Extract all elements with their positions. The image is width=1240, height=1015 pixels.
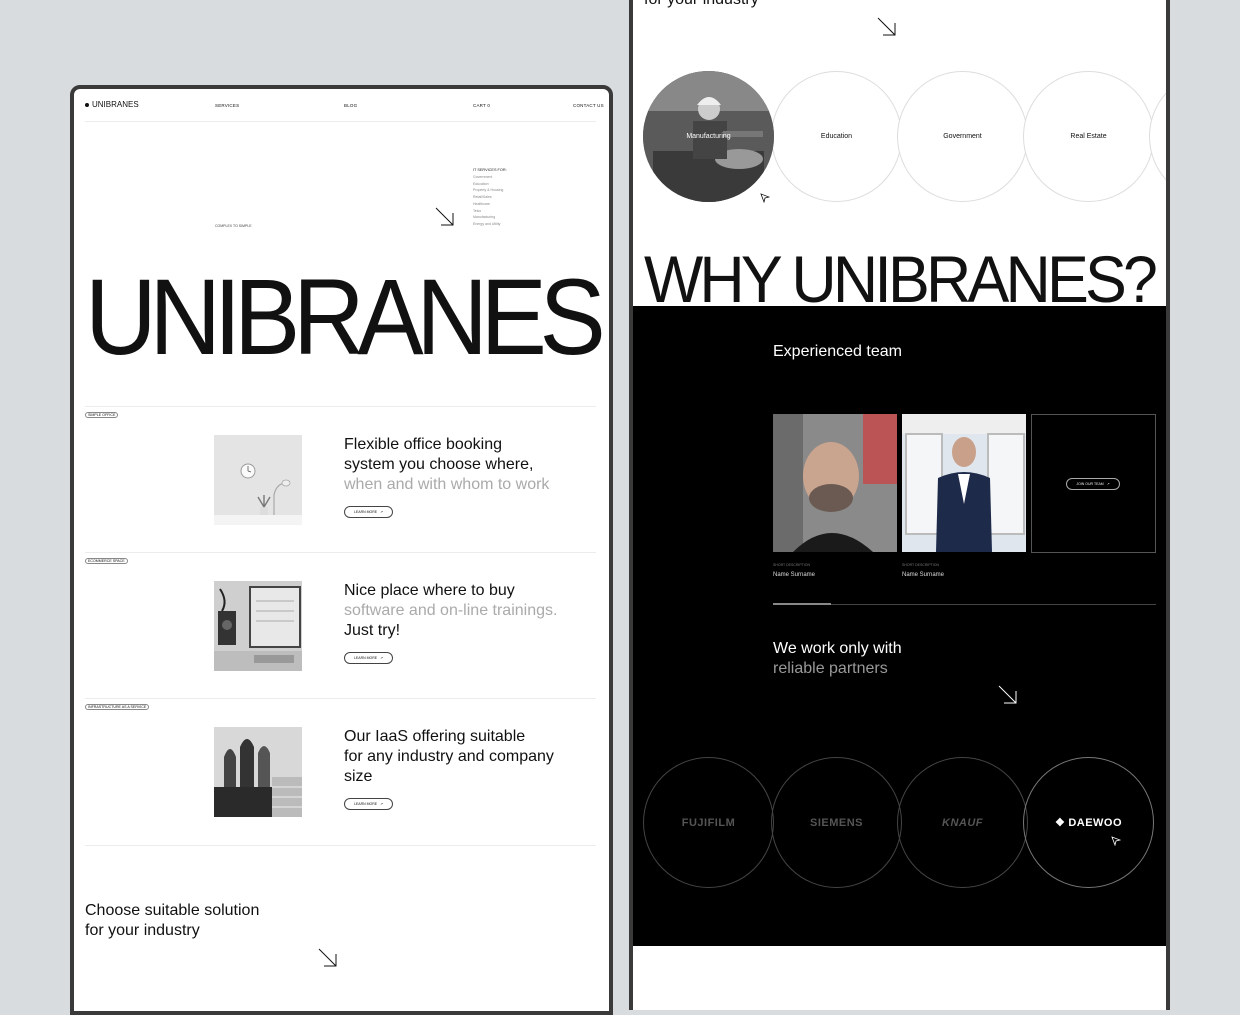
it-service-item[interactable]: Education [473,181,507,188]
industry-label: Manufacturing [686,133,731,140]
button-label: LEARN MORE [353,802,378,806]
divider [85,552,596,553]
arrow-down-right-icon[interactable] [434,206,456,228]
choose-solution-heading: Choose suitable solution for your indust… [85,901,259,941]
heading-line: Nice place where to buy [344,582,515,599]
left-device-frame: UNIBRANES SERVICES BLOG CART 0 CONTACT U… [70,85,613,1015]
arrow-up-right-icon: ↗ [380,510,384,514]
team-title: Experienced team [773,343,902,360]
heading-line-muted: when and with whom to work [344,476,550,493]
partner-name: DAEWOO [1068,816,1123,829]
heading-line: Choose suitable solution [85,902,260,919]
industry-label: Real Estate [1070,133,1107,140]
member-caption: SHORT DESCRIPTION [902,563,940,567]
partners-heading: We work only with reliable partners [773,639,902,679]
partner-name: SIEMENS [809,816,863,829]
daewoo-shell-icon: ❖ [1054,817,1066,829]
nav-blog[interactable]: BLOG [344,103,357,108]
partner-name: FUJIFILM [681,816,736,829]
industry-label: Education [820,133,853,140]
it-service-item[interactable]: Manufacturing [473,214,507,221]
it-service-item[interactable]: Property & Housing [473,187,507,194]
divider [85,845,596,846]
it-services-title: IT SERVICES FOR: [473,168,507,172]
arrow-down-right-icon[interactable] [997,684,1019,706]
join-our-team-button[interactable]: JOIN OUR TEAM ↗ [1066,478,1120,490]
nav-cart[interactable]: CART 0 [473,103,490,108]
heading-line: We work only with [773,640,902,657]
heading-line: Just try! [344,622,401,639]
learn-more-button[interactable]: LEARN MORE ↗ [344,652,393,664]
section-heading: Our IaaS offering suitable for any indus… [344,727,564,787]
heading-line: size [344,768,373,785]
section-tag: ECOMMERCE SPACE [85,558,128,564]
site-logo[interactable]: UNIBRANES [85,100,139,109]
member-name: Name Surname [902,572,945,578]
section-heading: Flexible office booking system you choos… [344,435,564,495]
button-label: JOIN OUR TEAM [1076,482,1104,486]
heading-line: Our IaaS offering suitable [344,728,526,745]
cursor-icon [760,193,770,203]
industry-label: Government [943,133,982,140]
section-tag: SIMPLE OFFICE [85,412,119,418]
arrow-up-right-icon: ↗ [1106,482,1110,486]
heading-line: for your industry [85,922,200,939]
arrow-down-right-icon[interactable] [876,16,898,38]
join-team-card[interactable]: JOIN OUR TEAM ↗ [1031,414,1156,553]
carousel-thumb[interactable] [773,603,831,605]
partner-logo-daewoo[interactable]: ❖ DAEWOO [1023,757,1154,888]
logo-dot-icon [85,102,89,107]
heading-line: Flexible office booking [344,436,503,453]
button-label: LEARN MORE [353,656,378,660]
industry-circle-next[interactable] [1149,71,1166,202]
building-image [214,727,302,817]
it-service-item[interactable]: Healthcare [473,201,507,208]
it-service-item[interactable]: Retail/Sales [473,194,507,201]
section-tag: INFRASTRUCTURE AS A SERVICE [85,704,150,710]
learn-more-button[interactable]: LEARN MORE ↗ [344,506,393,518]
industry-circle-government[interactable]: Government [897,71,1028,202]
team-member-photo[interactable] [773,414,897,552]
member-caption: SHORT DESCRIPTION [773,563,811,567]
divider [85,406,596,407]
it-service-item[interactable]: Energy and Utility [473,221,507,228]
partner-name: KNAUF [942,816,983,829]
it-service-item[interactable]: Government [473,174,507,181]
nav-contact-us[interactable]: CONTACT US [573,103,604,108]
workspace-image [214,581,302,671]
heading-line: system you choose where, [344,456,534,473]
team-member-photo[interactable] [902,414,1026,552]
heading-line: for any industry and company [344,748,554,765]
nav-services[interactable]: SERVICES [215,103,239,108]
why-section: Experienced team JOIN OUR TEAM ↗ SHORT D… [633,306,1166,946]
header-divider [85,121,596,122]
heading-line-muted: reliable partners [773,660,888,677]
arrow-up-right-icon: ↗ [380,802,384,806]
arrow-up-right-icon: ↗ [380,656,384,660]
hero-title: UNIBRANES [85,256,606,377]
partner-logo-siemens[interactable]: SIEMENS [771,757,902,888]
cursor-icon [1111,836,1121,846]
office-image [214,435,302,525]
heading-line-muted: software and on-line trainings. [344,602,558,619]
why-heading: WHY UNIBRANES? [644,242,1158,316]
button-label: LEARN MORE [353,510,378,514]
divider [85,698,596,699]
industry-circle-manufacturing[interactable]: Manufacturing [643,71,774,202]
right-device-frame: for your industry Education Government R… [629,0,1170,1010]
learn-more-button[interactable]: LEARN MORE ↗ [344,798,393,810]
arrow-down-right-icon[interactable] [317,947,339,969]
section-heading: Nice place where to buy software and on-… [344,581,564,641]
industry-circle-real-estate[interactable]: Real Estate [1023,71,1154,202]
it-service-item[interactable]: Telco [473,208,507,215]
it-services-list: IT SERVICES FOR: Government Education Pr… [473,168,507,228]
member-name: Name Surname [773,572,816,578]
partner-logo-knauf[interactable]: KNAUF [897,757,1028,888]
partner-logo-fujifilm[interactable]: FUJIFILM [643,757,774,888]
industry-heading-tail: for your industry [644,0,759,9]
industry-circle-education[interactable]: Education [771,71,902,202]
logo-text: UNIBRANES [92,100,139,109]
tagline: COMPLEX TO SIMPLE [215,224,252,228]
